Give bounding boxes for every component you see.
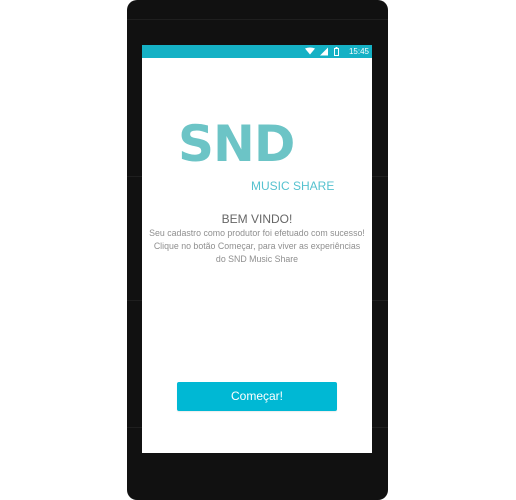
welcome-message: Seu cadastro como produtor foi efetuado … [149, 228, 365, 264]
status-bar: 15:45 [142, 45, 372, 58]
wifi-icon [305, 47, 315, 55]
phone-edge-line [127, 19, 388, 20]
app-logo: SND MUSIC SHARE [178, 115, 338, 201]
logo-title: SND [178, 115, 295, 173]
start-button[interactable]: Começar! [177, 382, 337, 411]
battery-icon [334, 47, 339, 56]
phone-screen: 15:45 SND MUSIC SHARE BEM VINDO! Seu cad… [142, 45, 372, 453]
page: 15:45 SND MUSIC SHARE BEM VINDO! Seu cad… [0, 0, 516, 500]
welcome-title: BEM VINDO! [221, 212, 293, 226]
logo-subtitle: MUSIC SHARE [251, 179, 335, 193]
signal-icon [320, 47, 328, 56]
phone-frame: 15:45 SND MUSIC SHARE BEM VINDO! Seu cad… [127, 0, 388, 500]
status-time: 15:45 [348, 47, 369, 56]
